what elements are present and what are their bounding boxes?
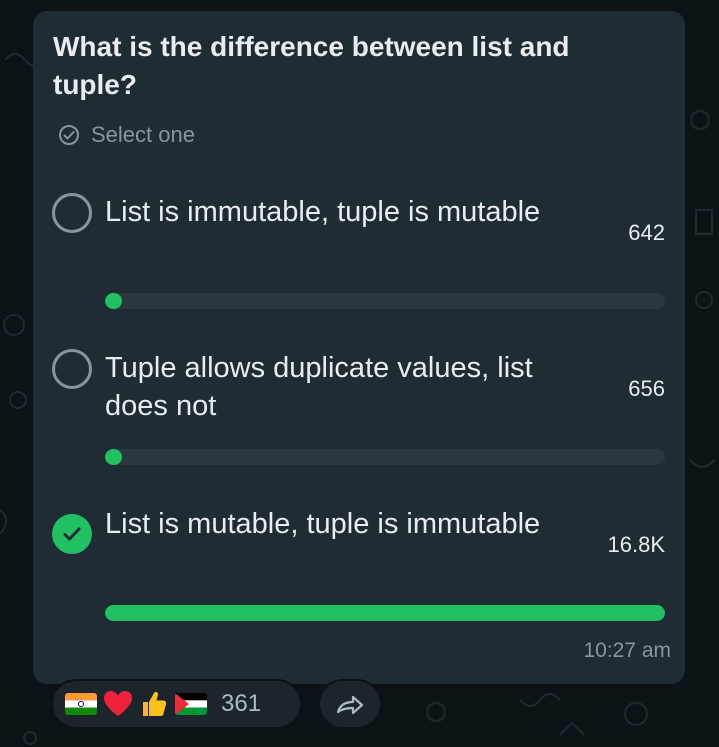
radio-button-unselected[interactable] — [52, 349, 92, 389]
radio-button-unselected[interactable] — [52, 193, 92, 233]
vote-progress-fill — [105, 449, 122, 465]
check-selected-icon[interactable] — [52, 514, 92, 554]
india-flag-icon — [65, 693, 97, 715]
option-label: List is immutable, tuple is mutable — [105, 196, 541, 228]
palestine-flag-icon — [175, 693, 207, 715]
select-hint: Select one — [58, 122, 195, 148]
reaction-count: 361 — [221, 690, 262, 717]
vote-progress-bar — [105, 605, 665, 621]
vote-progress-fill — [105, 293, 122, 309]
thumbs-up-icon — [139, 689, 169, 719]
poll-option-2[interactable]: Tuple allows duplicate values, list does… — [33, 345, 685, 475]
checkmark-circle-icon — [59, 125, 79, 145]
select-hint-label: Select one — [91, 122, 195, 147]
forward-icon — [336, 695, 364, 715]
vote-progress-bar — [105, 449, 665, 465]
forward-button[interactable] — [318, 679, 382, 729]
vote-count[interactable]: 656 — [628, 376, 665, 402]
vote-count[interactable]: 16.8K — [608, 532, 666, 558]
option-label: Tuple allows duplicate values, list does… — [105, 352, 533, 422]
poll-option-1[interactable]: List is immutable, tuple is mutable 642 — [33, 189, 685, 319]
vote-progress-bar — [105, 293, 665, 309]
red-heart-icon — [103, 690, 133, 718]
vote-progress-fill — [105, 605, 665, 621]
option-label: List is mutable, tuple is immutable — [105, 508, 541, 540]
reactions-bar[interactable]: 361 — [51, 679, 302, 729]
vote-count[interactable]: 642 — [628, 220, 665, 246]
poll-question: What is the difference between list and … — [53, 31, 570, 100]
poll-option-3[interactable]: List is mutable, tuple is immutable 16.8… — [33, 501, 685, 631]
poll-message-bubble: What is the difference between list and … — [33, 11, 685, 684]
message-timestamp: 10:27 am — [583, 639, 671, 662]
